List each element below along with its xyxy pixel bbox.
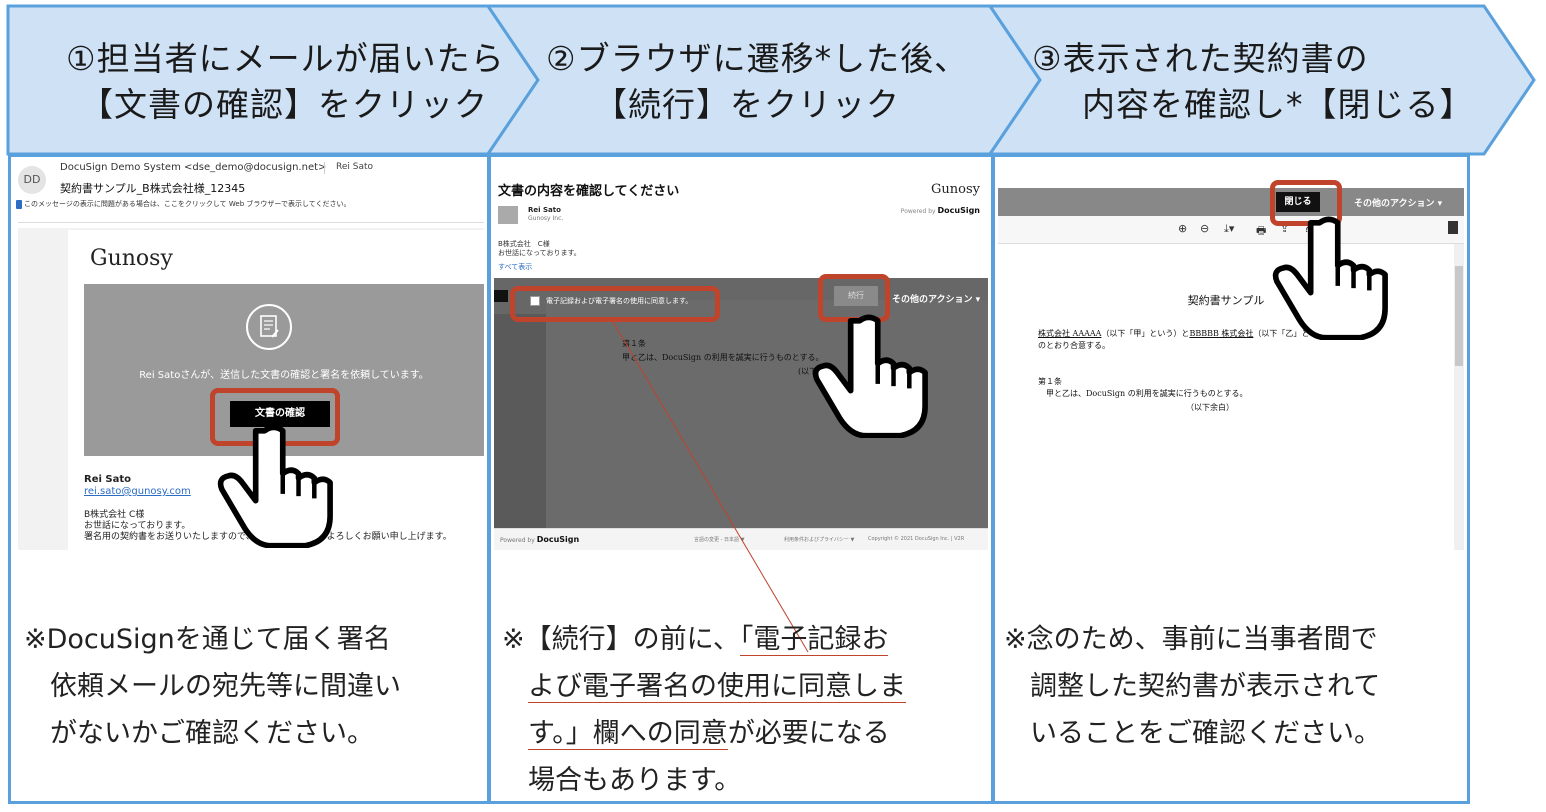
footer-powered-by: Powered by DocuSign [500, 535, 579, 544]
powered-by-docusign: Powered by DocuSign [901, 206, 980, 215]
step2-title: ②ブラウザに遷移*した後、 【続行】をクリック [546, 36, 986, 144]
step1-note: ※DocuSignを通じて届く署名 依頼メールの宛先等に間違い がないかご確認く… [24, 616, 484, 757]
step1-line1: ①担当者にメールが届いたら [66, 39, 505, 78]
browser-view-notice[interactable]: このメッセージの表示に問題がある場合は、ここをクリックして Web ブラウザーで… [24, 199, 351, 209]
intro-line2: のとおり合意する。 [1038, 341, 1110, 350]
step3-title: ③表示された契約書の 内容を確認し*【閉じる】 [1032, 36, 1502, 144]
article-heading: 第１条 [622, 339, 646, 348]
intro-mid1: （以下「甲」という）と [1101, 329, 1190, 338]
show-all-link[interactable]: すべて表示 [498, 262, 532, 272]
page-view-icon[interactable] [1448, 221, 1458, 234]
request-message: さんが、送信した文書の確認と署名を依頼しています。 [180, 370, 429, 381]
signature-name: Rei Sato [84, 474, 131, 485]
step3-line1: ③表示された契約書の [1032, 39, 1369, 78]
signature-email-link[interactable]: rei.sato@gunosy.com [84, 486, 191, 497]
other-actions-menu[interactable]: その他のアクション ▾ [1354, 196, 1442, 209]
zoom-out-icon[interactable]: ⊖ [1200, 222, 1209, 235]
envelope-message-line2: お世話になっております。 [498, 249, 581, 257]
document-icon [246, 304, 292, 350]
step1-note-line2: 依頼メールの宛先等に間違い [50, 671, 401, 702]
company-logo: Gunosy [90, 246, 173, 271]
docusign-logo: DocuSign [937, 206, 981, 215]
envelope-message-line1: B株式会社 C様 [498, 240, 550, 248]
step2-note-line2: よび電子署名の使用に同意しま [528, 671, 906, 703]
terms-link[interactable]: 利用条件およびプライバシー ▼ [784, 536, 854, 543]
step2-note-line3a: す。」欄への同意 [528, 718, 728, 750]
copyright-text: Copyright © 2021 DocuSign Inc. | V2R [868, 536, 965, 542]
step2-line1: ②ブラウザに遷移*した後、 [546, 39, 969, 78]
sender-name: Rei Sato [528, 206, 561, 214]
header-separator [324, 162, 325, 174]
toolbar-edge [494, 290, 508, 302]
sender-address: DocuSign Demo System <dse_demo@docusign.… [60, 162, 327, 173]
requester-name: Rei Sato [139, 370, 181, 381]
step3-line2: 内容を確認し*【閉じる】 [1082, 85, 1474, 124]
remainder-blank-text: （以下余白） [1186, 403, 1234, 412]
signature-request-text: Rei Satoさんが、送信した文書の確認と署名を依頼しています。 [84, 366, 484, 381]
party-a: 株式会社 AAAAA [1038, 329, 1102, 338]
step2-note: ※【続行】の前に、「電子記録お よび電子署名の使用に同意しま す。」欄への同意が… [502, 616, 982, 804]
pointing-hand-icon [812, 314, 928, 438]
download-icon[interactable]: ⤓▾ [1224, 222, 1234, 236]
step1-title: ①担当者にメールが届いたら 【文書の確認】をクリック [66, 36, 506, 144]
article-text: 甲と乙は、DocuSign の利用を誠実に行うものとする。 [1046, 389, 1248, 398]
language-selector[interactable]: 言語の変更 - 日本語 ▼ [694, 536, 744, 543]
print-icon[interactable]: 🖶 [1256, 222, 1266, 241]
party-b: BBBBB 株式会社 [1189, 329, 1254, 338]
sender-company: Gunosy Inc. [528, 215, 564, 222]
step1-line2: 【文書の確認】をクリック [80, 85, 488, 124]
consent-highlight [510, 286, 720, 322]
header-divider [18, 222, 484, 223]
step3-note-line1: ※念のため、事前に当事者間で [1004, 624, 1378, 655]
brand-logo: Gunosy [931, 182, 980, 197]
step1-note-line1: ※DocuSignを通じて届く署名 [24, 624, 391, 655]
article-text: 甲と乙は、DocuSign の利用を誠実に行うものとする。 [622, 353, 824, 362]
info-icon [16, 200, 22, 209]
step2-line2: 【続行】をクリック [594, 85, 900, 124]
sender-avatar: DD [18, 166, 46, 194]
sender-avatar [498, 206, 518, 224]
footer-powered-prefix: Powered by [500, 537, 535, 544]
zoom-in-icon[interactable]: ⊕ [1178, 222, 1187, 235]
recipient-name: Rei Sato [336, 162, 374, 172]
powered-prefix: Powered by [900, 208, 936, 215]
step1-note-line3: がないかご確認ください。 [50, 718, 374, 749]
step2-note-line1b: 「電子記録お [739, 624, 889, 656]
pointing-hand-icon [1272, 216, 1388, 340]
envelope-message: B株式会社 C様 お世話になっております。 [498, 240, 581, 258]
footer-docusign-logo: DocuSign [536, 535, 580, 544]
other-actions-menu[interactable]: その他のアクション ▾ [892, 292, 980, 305]
article-heading: 第１条 [1038, 377, 1062, 386]
pointing-hand-icon [217, 424, 333, 548]
step2-note-line4: 場合もあります。 [528, 765, 742, 796]
step3-note-line2: 調整した契約書が表示されて [1030, 671, 1381, 702]
step2-note-line1a: ※【続行】の前に、 [502, 624, 740, 655]
review-page-title: 文書の内容を確認してください [498, 184, 680, 199]
step2-note-line3b: が必要になる [727, 718, 890, 749]
step3-note-line3: いることをご確認ください。 [1030, 718, 1381, 749]
email-subject: 契約書サンプル_B株式会社様_12345 [60, 182, 246, 195]
step3-note: ※念のため、事前に当事者間で 調整した契約書が表示されて いることをご確認くださ… [1004, 616, 1464, 757]
scrollbar-thumb[interactable] [1455, 266, 1463, 366]
